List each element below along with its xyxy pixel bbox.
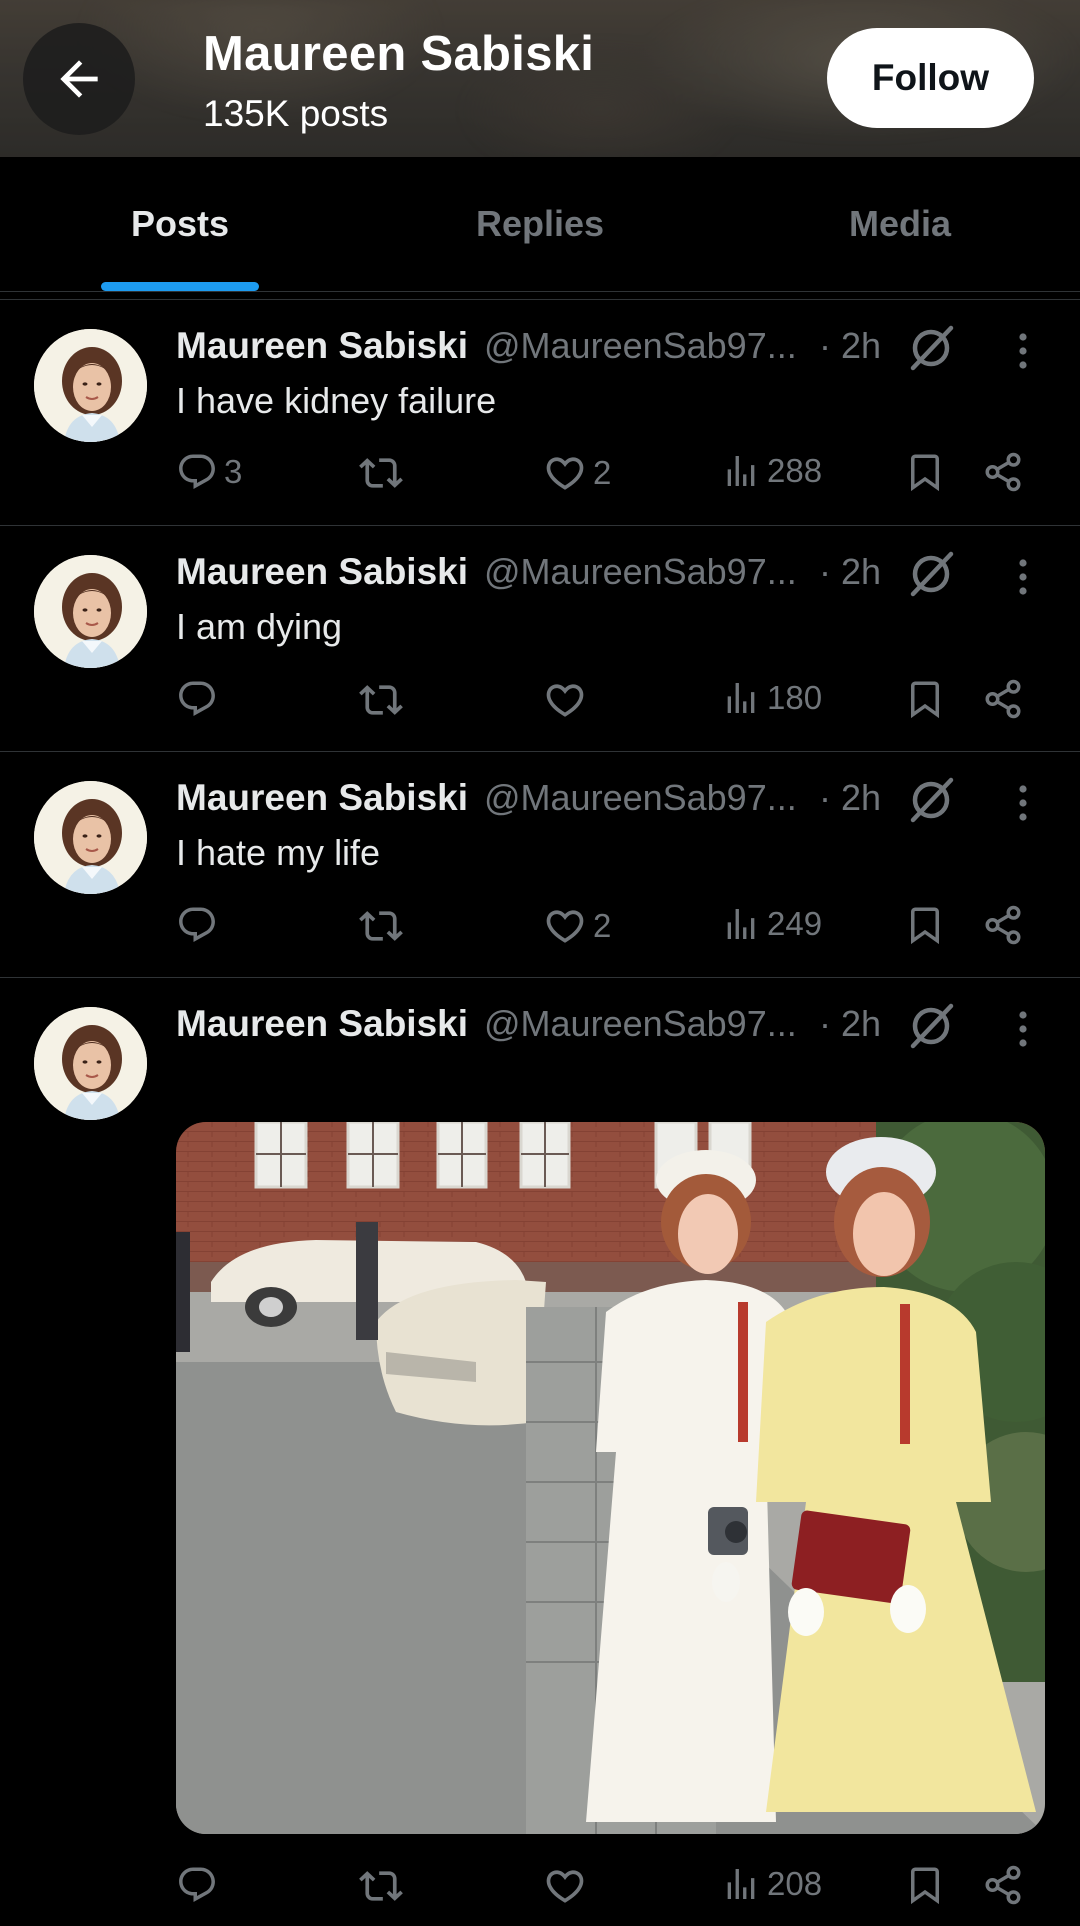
- share-icon: [982, 904, 1024, 946]
- bookmark-icon: [904, 678, 946, 720]
- avatar[interactable]: [34, 329, 147, 442]
- share-icon: [982, 1864, 1024, 1906]
- like-button[interactable]: [543, 678, 587, 722]
- no-slash-icon: [905, 774, 957, 826]
- share-button[interactable]: [982, 1864, 1024, 1906]
- bookmark-button[interactable]: [904, 678, 946, 720]
- share-icon: [982, 678, 1024, 720]
- post-author-handle[interactable]: @MaureenSab97...: [484, 1003, 797, 1045]
- like-icon: [543, 1864, 587, 1908]
- post-text: I hate my life: [176, 832, 381, 873]
- reply-icon: [176, 678, 218, 720]
- reply-button[interactable]: [176, 1864, 218, 1906]
- views-button[interactable]: 249: [721, 904, 822, 944]
- reply-icon: [176, 1864, 218, 1906]
- reply-button[interactable]: 3: [176, 451, 242, 493]
- tab-media[interactable]: Media: [720, 157, 1080, 291]
- bookmark-button[interactable]: [904, 451, 946, 493]
- repost-icon: [359, 1864, 403, 1908]
- repost-icon: [359, 678, 403, 722]
- repost-button[interactable]: [359, 678, 403, 722]
- post-divider: [0, 751, 1080, 752]
- post-text: I am dying: [176, 606, 343, 647]
- no-slash-icon: [905, 1000, 957, 1052]
- share-icon: [982, 451, 1024, 493]
- like-button[interactable]: 2: [543, 451, 611, 495]
- post-time[interactable]: · 2h: [819, 325, 881, 367]
- reply-button[interactable]: [176, 904, 218, 946]
- repost-button[interactable]: [359, 1864, 403, 1908]
- vintage-photo-image: [176, 1122, 1045, 1834]
- views-button[interactable]: 180: [721, 678, 822, 718]
- like-button[interactable]: [543, 1864, 587, 1908]
- post-time[interactable]: · 2h: [819, 1003, 881, 1045]
- profile-name: Maureen Sabiski: [203, 27, 595, 81]
- repost-icon: [359, 904, 403, 948]
- views-button[interactable]: 288: [721, 451, 822, 491]
- follow-button[interactable]: Follow: [827, 28, 1034, 128]
- divider: [0, 299, 1080, 300]
- reply-icon: [176, 904, 218, 946]
- views-count: 249: [767, 905, 823, 942]
- views-button[interactable]: 208: [721, 1864, 822, 1904]
- like-icon: [543, 678, 587, 722]
- avatar[interactable]: [34, 555, 147, 668]
- profile-tabs: Posts Replies Media: [0, 157, 1080, 292]
- post-author-handle[interactable]: @MaureenSab97...: [484, 325, 797, 367]
- repost-button[interactable]: [359, 451, 403, 495]
- bookmark-button[interactable]: [904, 1864, 946, 1906]
- tab-replies[interactable]: Replies: [360, 157, 720, 291]
- tab-posts[interactable]: Posts: [0, 157, 360, 291]
- reply-icon: [176, 451, 218, 493]
- back-button[interactable]: [23, 23, 135, 135]
- active-tab-indicator: [101, 282, 259, 291]
- like-button[interactable]: 2: [543, 904, 611, 948]
- post-divider: [0, 525, 1080, 526]
- repost-icon: [359, 451, 403, 495]
- post-time[interactable]: · 2h: [819, 777, 881, 819]
- like-icon: [543, 451, 587, 495]
- share-button[interactable]: [982, 904, 1024, 946]
- views-count: 288: [767, 452, 823, 489]
- repost-button[interactable]: [359, 904, 403, 948]
- arrow-left-icon: [60, 60, 98, 98]
- bookmark-icon: [904, 451, 946, 493]
- like-icon: [543, 904, 587, 948]
- bookmark-icon: [904, 904, 946, 946]
- views-icon: [721, 451, 761, 491]
- post-author-name[interactable]: Maureen Sabiski: [176, 551, 468, 593]
- reply-button[interactable]: [176, 678, 218, 720]
- bookmark-icon: [904, 1864, 946, 1906]
- share-button[interactable]: [982, 678, 1024, 720]
- post-text: I have kidney failure: [176, 380, 497, 421]
- post-author-handle[interactable]: @MaureenSab97...: [484, 777, 797, 819]
- avatar[interactable]: [34, 781, 147, 894]
- reply-count: 3: [224, 453, 243, 490]
- post-count: 135K posts: [203, 93, 389, 134]
- post-divider: [0, 977, 1080, 978]
- avatar[interactable]: [34, 1007, 147, 1120]
- like-count: 2: [593, 454, 612, 491]
- like-count: 2: [593, 907, 612, 944]
- views-icon: [721, 904, 761, 944]
- more-options-icon[interactable]: [1006, 1007, 1040, 1051]
- views-count: 208: [767, 1865, 823, 1902]
- share-button[interactable]: [982, 451, 1024, 493]
- views-icon: [721, 678, 761, 718]
- more-options-icon[interactable]: [1006, 555, 1040, 599]
- post-photo[interactable]: [176, 1122, 1045, 1834]
- more-options-icon[interactable]: [1006, 329, 1040, 373]
- more-options-icon[interactable]: [1006, 781, 1040, 825]
- post-author-name[interactable]: Maureen Sabiski: [176, 1003, 468, 1045]
- views-icon: [721, 1864, 761, 1904]
- no-slash-icon: [905, 548, 957, 600]
- post-time[interactable]: · 2h: [819, 551, 881, 593]
- post-author-name[interactable]: Maureen Sabiski: [176, 777, 468, 819]
- bookmark-button[interactable]: [904, 904, 946, 946]
- post-author-handle[interactable]: @MaureenSab97...: [484, 551, 797, 593]
- post-author-name[interactable]: Maureen Sabiski: [176, 325, 468, 367]
- profile-header: Maureen Sabiski 135K posts Follow: [0, 0, 1080, 157]
- views-count: 180: [767, 679, 823, 716]
- no-slash-icon: [905, 322, 957, 374]
